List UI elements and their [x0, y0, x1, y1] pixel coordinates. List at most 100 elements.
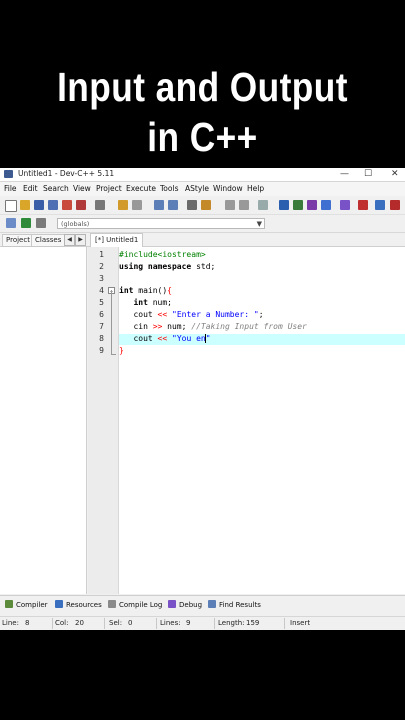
indent-right-icon[interactable]: [239, 200, 249, 210]
menu-edit[interactable]: Edit: [23, 184, 38, 193]
brace: }: [119, 346, 124, 355]
fold-guide-end: [111, 354, 116, 355]
toggle-comment-icon[interactable]: [258, 200, 268, 210]
compiler-icon: [5, 600, 13, 608]
maximize-button[interactable]: ☐: [364, 168, 372, 180]
status-col-label: Col:: [55, 619, 69, 627]
close-all-icon[interactable]: [76, 200, 86, 210]
menu-file[interactable]: File: [4, 184, 17, 193]
menu-view[interactable]: View: [73, 184, 91, 193]
menu-execute[interactable]: Execute: [126, 184, 156, 193]
line-number: 1: [99, 250, 104, 259]
resources-icon: [55, 600, 63, 608]
secondary-toolbar: (globals) ▼: [0, 215, 405, 233]
tab-project[interactable]: Project: [2, 234, 34, 247]
tab-classes[interactable]: Classes: [31, 234, 66, 247]
status-separator: [104, 618, 105, 629]
tab-compile-log[interactable]: Compile Log: [108, 600, 162, 609]
menu-window[interactable]: Window: [213, 184, 243, 193]
print-icon[interactable]: [95, 200, 105, 210]
code-line-9: }: [119, 346, 124, 355]
line-number: 7: [99, 322, 104, 331]
tab-debug[interactable]: Debug: [168, 600, 202, 609]
code-text: cout: [133, 310, 158, 319]
tab-debug-label: Debug: [179, 601, 203, 609]
debug-check-icon: [168, 600, 176, 608]
window-title: Untitled1 - Dev-C++ 5.11: [18, 169, 115, 178]
compile-run-icon[interactable]: [307, 200, 317, 210]
project-add-icon[interactable]: [21, 218, 31, 228]
replace-icon[interactable]: [168, 200, 178, 210]
code-text: std;: [191, 262, 216, 271]
menu-help[interactable]: Help: [247, 184, 264, 193]
status-separator: [214, 618, 215, 629]
menu-tools[interactable]: Tools: [160, 184, 178, 193]
string-literal: "You en: [167, 334, 206, 343]
new-file-icon[interactable]: [5, 200, 17, 212]
code-text: cout: [133, 334, 158, 343]
status-length-value: 159: [246, 619, 260, 627]
tab-scroll-right-icon[interactable]: ▶: [75, 234, 86, 246]
redo-icon[interactable]: [132, 200, 142, 210]
string-literal: "Enter a Number: ": [167, 310, 259, 319]
status-separator: [156, 618, 157, 629]
indent-left-icon[interactable]: [225, 200, 235, 210]
bookmark-icon[interactable]: [201, 200, 211, 210]
debug-icon[interactable]: [390, 200, 400, 210]
run-icon[interactable]: [293, 200, 303, 210]
line-number: 5: [99, 298, 104, 307]
code-line-7: cin >> num; //Taking Input from User: [119, 322, 307, 331]
close-button[interactable]: ✕: [391, 168, 399, 180]
goto-line-icon[interactable]: [187, 200, 197, 210]
status-lines-value: 9: [186, 619, 191, 627]
operator: <<: [157, 334, 168, 343]
compile-icon[interactable]: [279, 200, 289, 210]
code-line-8: cout << "You en": [119, 334, 211, 343]
status-length-label: Length:: [218, 619, 245, 627]
save-icon[interactable]: [34, 200, 44, 210]
code-line-4: int main(){: [119, 286, 172, 295]
project-browser-panel[interactable]: [0, 247, 87, 594]
banner-title-line-1: Input and Output: [57, 64, 348, 110]
line-number: 6: [99, 310, 104, 319]
menu-search[interactable]: Search: [43, 184, 69, 193]
minimize-button[interactable]: —: [340, 168, 349, 180]
closing-quote: ": [205, 334, 211, 343]
tab-resources[interactable]: Resources: [55, 600, 102, 609]
find-icon[interactable]: [154, 200, 164, 210]
stop-execution-icon[interactable]: [358, 200, 368, 210]
project-remove-icon[interactable]: [36, 218, 46, 228]
status-line-label: Line:: [2, 619, 19, 627]
globals-dropdown[interactable]: (globals) ▼: [57, 218, 265, 229]
check-syntax-icon[interactable]: [340, 200, 350, 210]
keyword: int: [133, 298, 148, 307]
title-bar: Untitled1 - Dev-C++ 5.11 — ☐ ✕: [0, 168, 405, 182]
line-number: 9: [99, 346, 104, 355]
editor-tab-untitled1[interactable]: [*] Untitled1: [90, 233, 144, 247]
status-bar: Line: 8 Col: 20 Sel: 0 Lines: 9 Length: …: [0, 616, 405, 630]
menu-bar: File Edit Search View Project Execute To…: [0, 182, 405, 196]
code-text: ;: [258, 310, 264, 319]
menu-project[interactable]: Project: [96, 184, 122, 193]
code-text: main(): [133, 286, 168, 295]
comment: //Taking Input from User: [191, 322, 307, 331]
project-new-icon[interactable]: [6, 218, 16, 228]
menu-astyle[interactable]: AStyle: [185, 184, 209, 193]
line-number: 4: [99, 286, 104, 295]
preprocessor-directive: #include<iostream>: [119, 250, 206, 259]
save-all-icon[interactable]: [48, 200, 58, 210]
undo-icon[interactable]: [118, 200, 128, 210]
open-file-icon[interactable]: [20, 200, 30, 210]
rebuild-icon[interactable]: [321, 200, 331, 210]
close-file-icon[interactable]: [62, 200, 72, 210]
status-lines-label: Lines:: [160, 619, 181, 627]
tab-compiler-label: Compiler: [16, 601, 48, 609]
tab-compiler[interactable]: Compiler: [5, 600, 48, 609]
tab-compile-log-label: Compile Log: [119, 601, 163, 609]
fold-guide-line: [111, 290, 112, 355]
globals-dropdown-value: (globals): [61, 220, 90, 228]
tab-scroll-left-icon[interactable]: ◀: [64, 234, 75, 246]
tab-find-results[interactable]: Find Results: [208, 600, 261, 609]
code-text: num;: [147, 298, 172, 307]
chart-icon[interactable]: [375, 200, 385, 210]
